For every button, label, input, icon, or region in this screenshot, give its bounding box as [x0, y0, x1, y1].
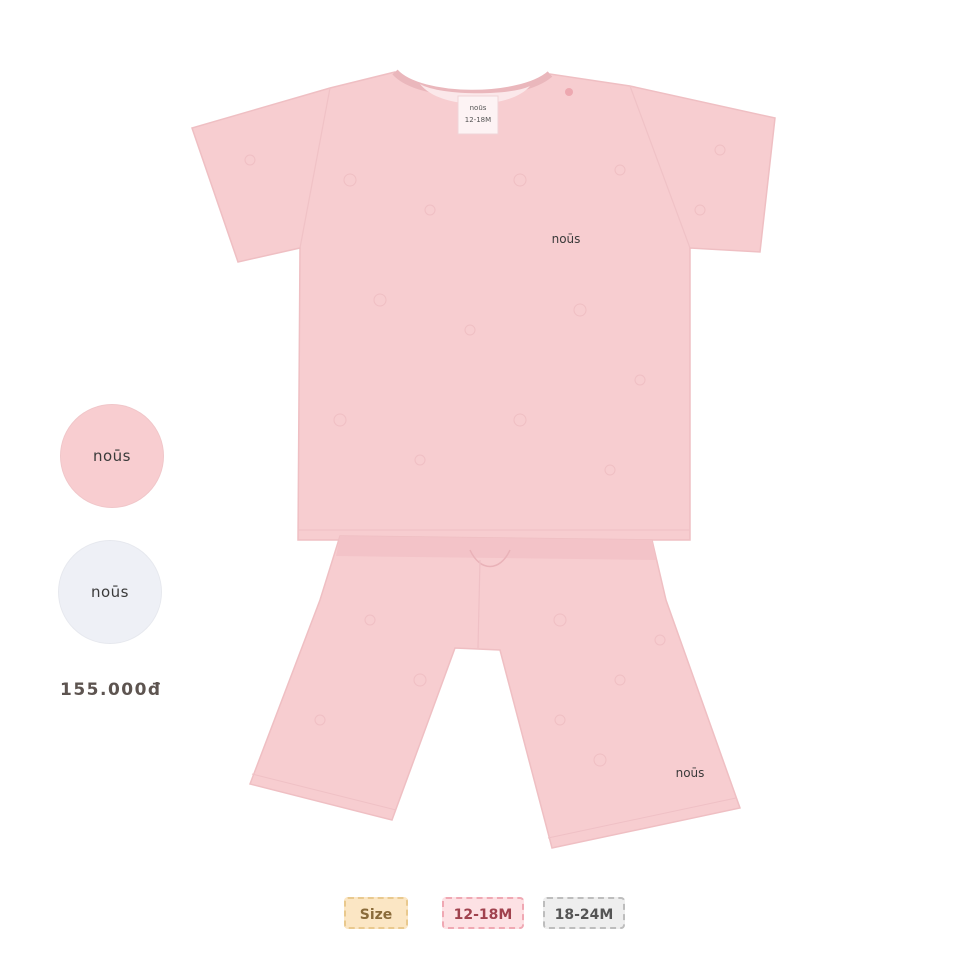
- shorts-image: noūs: [248, 535, 741, 849]
- tshirt-image: noūs 12-18M noūs: [191, 69, 776, 541]
- shorts-logo: noūs: [676, 766, 705, 780]
- price-text: 155.000đ: [60, 680, 162, 700]
- neck-label-size: 12-18M: [465, 116, 491, 124]
- shoulder-button: [565, 88, 573, 96]
- color-swatch-pink[interactable]: noūs: [60, 404, 164, 508]
- size-label: Size: [344, 897, 408, 929]
- size-option-18-24m[interactable]: 18-24M: [543, 897, 625, 929]
- chest-logo: noūs: [552, 232, 581, 246]
- product-card: noūs 12-18M noūs noūs noūs noūs 155.000đ…: [0, 0, 960, 960]
- size-option-12-18m[interactable]: 12-18M: [442, 897, 524, 929]
- neck-label-brand: noūs: [470, 104, 487, 112]
- color-swatch-white[interactable]: noūs: [58, 540, 162, 644]
- swatch-white-logo: noūs: [90, 583, 129, 601]
- swatch-pink-logo: noūs: [92, 447, 131, 465]
